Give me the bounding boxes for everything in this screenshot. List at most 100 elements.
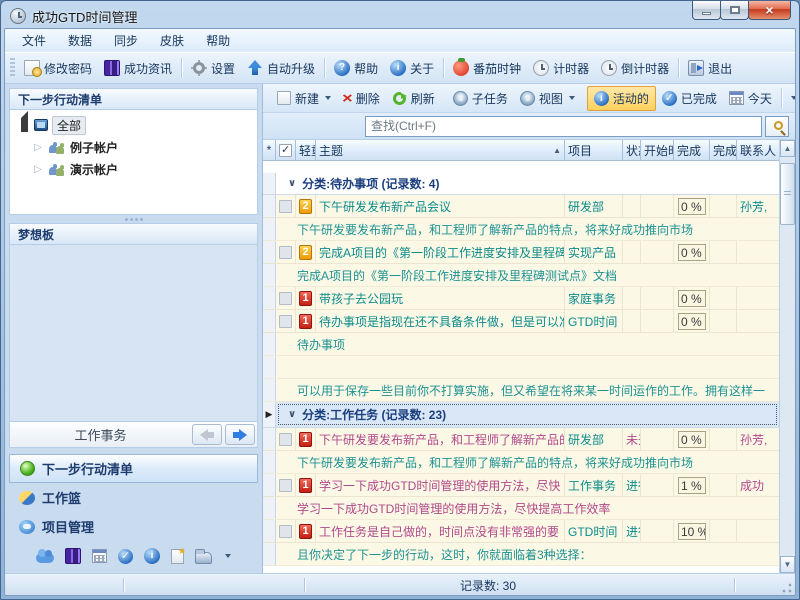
refresh-button[interactable]: 刷新 bbox=[386, 87, 441, 110]
table-desc-row[interactable]: 下午研发要发布新产品，和工程师了解新产品的特点，将来好成功推向市场 bbox=[263, 218, 779, 241]
settings-button[interactable]: 设置 bbox=[185, 57, 241, 80]
header-project[interactable]: 项目 bbox=[565, 140, 623, 161]
about-button[interactable]: i 关于 bbox=[384, 57, 440, 80]
timer-button[interactable]: 计时器 bbox=[527, 57, 595, 80]
check-disc-icon[interactable]: ✓ bbox=[118, 549, 133, 564]
next-category-button[interactable] bbox=[225, 424, 255, 445]
active-filter-button[interactable]: i 活动的 bbox=[587, 86, 656, 111]
menu-data[interactable]: 数据 bbox=[57, 29, 103, 52]
prev-category-button[interactable] bbox=[192, 424, 222, 445]
cell-subject: 下午研发发布新产品会议 bbox=[316, 195, 565, 217]
sidebar: 下一步行动清单 全部 ▷ 例子帐户 ▷ 演示帐户 bbox=[5, 84, 263, 573]
change-password-button[interactable]: 修改密码 bbox=[18, 57, 98, 80]
tree-item-demo-account[interactable]: ▷ 演示帐户 bbox=[12, 158, 255, 180]
header-checkbox[interactable] bbox=[276, 140, 296, 161]
nav-next-actions[interactable]: 下一步行动清单 bbox=[9, 454, 258, 483]
new-button[interactable]: 新建 bbox=[271, 87, 337, 110]
scroll-down-button[interactable]: ▼ bbox=[780, 556, 795, 573]
chevron-expanded-icon[interactable]: ∨ bbox=[288, 178, 296, 189]
view-button[interactable]: 视图 bbox=[514, 87, 581, 110]
search-button[interactable] bbox=[765, 116, 789, 137]
table-row[interactable]: 2 完成A项目的《第一阶段工作进度安排及里程碑 实现产品 0 % bbox=[263, 241, 779, 264]
vertical-scrollbar[interactable]: ▲ ▼ bbox=[779, 140, 795, 573]
collapsed-triangle-icon[interactable]: ▷ bbox=[32, 142, 44, 153]
header-subject[interactable]: 主题 ▲ bbox=[316, 140, 565, 161]
header-contact[interactable]: 联系人 bbox=[737, 140, 779, 161]
resize-grip[interactable] bbox=[782, 583, 792, 593]
table-row[interactable]: 2 下午研发发布新产品会议 研发部 0 % 孙芳, bbox=[263, 195, 779, 218]
header-start-time[interactable]: 开始时间 bbox=[641, 140, 674, 161]
group-row-todo[interactable]: ∨ 分类:待办事项 (记录数: 4) bbox=[263, 173, 779, 195]
priority-badge: 1 bbox=[299, 478, 312, 493]
menu-skin[interactable]: 皮肤 bbox=[149, 29, 195, 52]
scrollbar-thumb[interactable] bbox=[780, 163, 795, 225]
close-button[interactable]: × bbox=[748, 1, 791, 20]
menu-file[interactable]: 文件 bbox=[11, 29, 57, 52]
minimize-button[interactable] bbox=[692, 1, 721, 20]
header-status[interactable]: 状态 bbox=[623, 140, 641, 161]
tree-item-example-account[interactable]: ▷ 例子帐户 bbox=[12, 136, 255, 158]
maximize-button[interactable] bbox=[720, 1, 749, 20]
calendar-icon[interactable] bbox=[92, 549, 107, 563]
collapsed-triangle-icon[interactable]: ▷ bbox=[32, 164, 44, 175]
table-row[interactable]: 1 待办事项是指现在还不具备条件做，但是可以准 GTD时间 0 % bbox=[263, 310, 779, 333]
scroll-up-button[interactable]: ▲ bbox=[780, 140, 795, 157]
tomato-clock-button[interactable]: 番茄时钟 bbox=[447, 57, 527, 80]
header-percent[interactable]: 完成 bbox=[674, 140, 710, 161]
success-news-button[interactable]: 成功资讯 bbox=[98, 57, 178, 80]
menu-help[interactable]: 帮助 bbox=[195, 29, 241, 52]
countdown-timer-button[interactable]: 倒计时器 bbox=[595, 57, 675, 80]
row-checkbox[interactable] bbox=[279, 479, 292, 492]
cloud-icon[interactable] bbox=[36, 553, 54, 563]
toolbar-separator bbox=[678, 58, 679, 78]
tree-item-all[interactable]: 全部 bbox=[12, 114, 255, 136]
menubar: 文件 数据 同步 皮肤 帮助 bbox=[5, 29, 795, 52]
nav-project-management[interactable]: 项目管理 bbox=[9, 512, 258, 541]
search-input[interactable] bbox=[365, 116, 762, 137]
completed-filter-button[interactable]: ✓ 已完成 bbox=[656, 87, 723, 110]
cell-description: 下午研发要发布新产品，和工程师了解新产品的特点，将来好成功推向市场 bbox=[276, 451, 779, 473]
category-pager: 工作事务 bbox=[9, 422, 258, 448]
table-desc-row[interactable] bbox=[263, 356, 779, 379]
statusbar: 记录数: 30 bbox=[5, 573, 795, 595]
group-row-work-tasks[interactable]: ▶ ∨ 分类:工作任务 (记录数: 23) bbox=[263, 402, 779, 428]
table-row[interactable]: 1 带孩子去公园玩 家庭事务 0 % bbox=[263, 287, 779, 310]
table-row[interactable]: 1 工作任务是自己做的，时间点没有非常强的要 GTD时间 进行中 10 % bbox=[263, 520, 779, 543]
table-row[interactable]: 1 下午研发要发布新产品，和工程师了解新产品的 研发部 未开始 0 % 孙芳, bbox=[263, 428, 779, 451]
row-checkbox[interactable] bbox=[279, 200, 292, 213]
row-checkbox[interactable] bbox=[279, 315, 292, 328]
note-icon[interactable] bbox=[171, 549, 184, 564]
help-button[interactable]: ? 帮助 bbox=[328, 57, 384, 80]
overflow-caret-icon[interactable] bbox=[225, 554, 231, 558]
header-indicator[interactable]: * bbox=[263, 140, 276, 161]
toolbar-overflow-caret-icon[interactable] bbox=[791, 96, 796, 100]
books-icon[interactable] bbox=[65, 548, 81, 564]
delete-button[interactable]: × 删除 bbox=[337, 87, 386, 110]
table-desc-row[interactable]: 完成A项目的《第一阶段工作进度安排及里程碑测试点》文档 bbox=[263, 264, 779, 287]
row-checkbox[interactable] bbox=[279, 525, 292, 538]
panel-splitter[interactable] bbox=[9, 215, 258, 223]
nav-inbox[interactable]: 工作篮 bbox=[9, 483, 258, 512]
row-checkbox[interactable] bbox=[279, 292, 292, 305]
table-desc-row[interactable]: 且你决定了下一步的行动，这时，你就面临着3种选择： bbox=[263, 543, 779, 566]
cell-project: 实现产品 bbox=[565, 241, 623, 263]
chevron-expanded-icon[interactable]: ∨ bbox=[288, 409, 296, 420]
today-filter-button[interactable]: 今天 bbox=[723, 87, 778, 110]
header-priority[interactable]: 轻重 bbox=[296, 140, 316, 161]
header-finish-time[interactable]: 完成时间 bbox=[710, 140, 737, 161]
folder-icon[interactable] bbox=[195, 552, 212, 564]
row-checkbox[interactable] bbox=[279, 433, 292, 446]
subtask-button[interactable]: 子任务 bbox=[447, 87, 514, 110]
table-desc-row[interactable]: 学习一下成功GTD时间管理的使用方法，尽快提高工作效率 bbox=[263, 497, 779, 520]
table-row[interactable]: 1 学习一下成功GTD时间管理的使用方法，尽快 工作事务 进行中 1 % 成功 bbox=[263, 474, 779, 497]
exit-button[interactable]: 退出 bbox=[682, 57, 738, 80]
auto-upgrade-button[interactable]: 自动升级 bbox=[241, 57, 321, 80]
table-desc-row[interactable]: 待办事项 bbox=[263, 333, 779, 356]
table-desc-row[interactable]: 下午研发要发布新产品，和工程师了解新产品的特点，将来好成功推向市场 bbox=[263, 451, 779, 474]
menu-sync[interactable]: 同步 bbox=[103, 29, 149, 52]
info-disc-icon[interactable]: i bbox=[144, 548, 160, 564]
scrollbar-track[interactable] bbox=[780, 157, 795, 556]
expanded-triangle-icon[interactable] bbox=[21, 111, 28, 132]
row-checkbox[interactable] bbox=[279, 246, 292, 259]
table-desc-row[interactable]: 可以用于保存一些目前你不打算实施，但又希望在将来某一时间运作的工作。拥有这样一 bbox=[263, 379, 779, 402]
